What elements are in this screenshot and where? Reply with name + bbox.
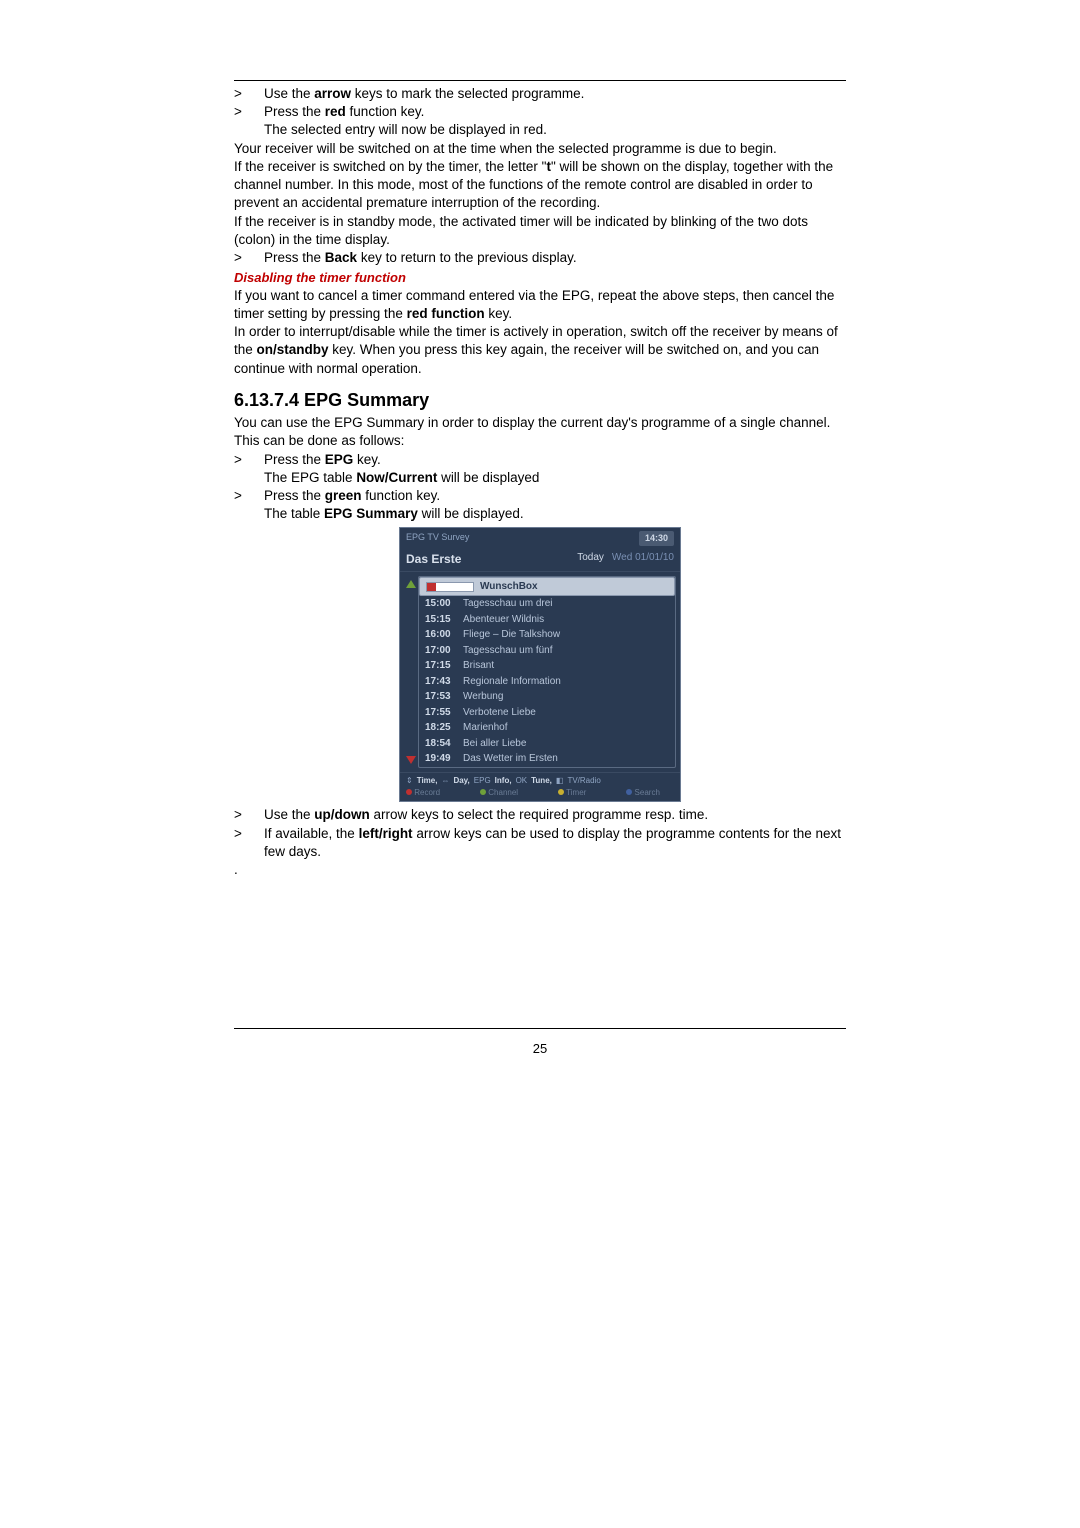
body-text: If the receiver is in standby mode, the …: [234, 213, 846, 249]
body-text: If you want to cancel a timer command en…: [234, 287, 846, 323]
epg-title: EPG TV Survey: [406, 531, 469, 545]
bullet-marker: >: [234, 806, 264, 824]
epg-today-label: Today: [577, 551, 604, 567]
body-text: You can use the EPG Summary in order to …: [234, 414, 846, 450]
epg-row: 16:00Fliege – Die Talkshow: [419, 627, 675, 643]
epg-row-highlight: WunschBox: [419, 577, 675, 597]
epg-programme: Bei aller Liebe: [463, 737, 526, 751]
epg-row: 18:25Marienhof: [419, 720, 675, 736]
epg-row: 17:00Tagesschau um fünf: [419, 643, 675, 659]
epg-programme: Verbotene Liebe: [463, 706, 536, 720]
text-bold: green: [325, 488, 362, 503]
text: key.: [353, 452, 381, 467]
text: keys to mark the selected programme.: [351, 86, 584, 101]
epg-programme: Marienhof: [463, 721, 507, 735]
top-rule: [234, 80, 846, 81]
bullet-line: > Use the arrow keys to mark the selecte…: [234, 85, 846, 103]
epg-date: Wed 01/01/10: [612, 551, 674, 567]
epg-programme: Fliege – Die Talkshow: [463, 628, 560, 642]
body-text: The selected entry will now be displayed…: [234, 121, 846, 139]
bullet-marker: >: [234, 85, 264, 103]
text-bold: EPG: [325, 452, 354, 467]
body-text: The EPG table Now/Current will be displa…: [234, 469, 846, 487]
epg-time: 15:15: [425, 613, 463, 627]
bullet-line: > Use the up/down arrow keys to select t…: [234, 806, 846, 824]
epg-channel: Das Erste: [406, 551, 461, 567]
bullet-marker: >: [234, 249, 264, 267]
epg-list: WunschBox 15:00Tagesschau um drei15:15Ab…: [418, 576, 676, 768]
epg-programme: WunschBox: [480, 580, 538, 594]
epg-programme: Abenteuer Wildnis: [463, 613, 544, 627]
text: arrow keys to select the required progra…: [370, 807, 708, 822]
epg-programme: Tagesschau um fünf: [463, 644, 553, 658]
epg-row: 18:54Bei aller Liebe: [419, 736, 675, 752]
text: function key.: [346, 104, 425, 119]
bullet-marker: >: [234, 487, 264, 505]
epg-time: 18:25: [425, 721, 463, 735]
text: Use the: [264, 807, 314, 822]
text: Press the: [264, 488, 325, 503]
epg-programme: Tagesschau um drei: [463, 597, 553, 611]
heading-epg-summary: 6.13.7.4 EPG Summary: [234, 388, 846, 412]
bottom-rule: [234, 1028, 846, 1029]
body-text: .: [234, 861, 846, 879]
progress-bar-icon: [426, 582, 474, 592]
text-bold: Back: [325, 250, 357, 265]
text: If available, the: [264, 826, 359, 841]
text: Use the: [264, 86, 314, 101]
text-bold: red: [325, 104, 346, 119]
epg-row: 17:53Werbung: [419, 689, 675, 705]
text-bold: left/right: [359, 826, 413, 841]
bullet-marker: >: [234, 825, 264, 861]
epg-time: 17:00: [425, 644, 463, 658]
epg-time: 17:43: [425, 675, 463, 689]
body-text: If the receiver is switched on by the ti…: [234, 158, 846, 213]
text: function key.: [362, 488, 441, 503]
body-text: In order to interrupt/disable while the …: [234, 323, 846, 378]
epg-time: 16:00: [425, 628, 463, 642]
bullet-line: > Press the EPG key.: [234, 451, 846, 469]
epg-time: 17:55: [425, 706, 463, 720]
text: key to return to the previous display.: [357, 250, 577, 265]
bullet-line: > Press the red function key.: [234, 103, 846, 121]
epg-time: 19:49: [425, 752, 463, 766]
bullet-line: > Press the green function key.: [234, 487, 846, 505]
epg-programme: Werbung: [463, 690, 503, 704]
body-text: The table EPG Summary will be displayed.: [234, 505, 846, 523]
page-number: 25: [234, 1040, 846, 1058]
epg-row: 17:55Verbotene Liebe: [419, 705, 675, 721]
epg-row: 17:43Regionale Information: [419, 674, 675, 690]
epg-footer: ⇕Time, ⇔Day, EPG Info, OK Tune, ◧TV/Radi…: [400, 772, 680, 802]
bullet-marker: >: [234, 451, 264, 469]
body-text: Your receiver will be switched on at the…: [234, 140, 846, 158]
bullet-line: > If available, the left/right arrow key…: [234, 825, 846, 861]
bullet-marker: >: [234, 103, 264, 121]
text: Press the: [264, 104, 325, 119]
arrow-up-icon: [406, 580, 416, 588]
text-bold: up/down: [314, 807, 369, 822]
epg-row: 19:49Das Wetter im Ersten: [419, 751, 675, 767]
epg-programme: Regionale Information: [463, 675, 561, 689]
text: Press the: [264, 250, 325, 265]
epg-row: 15:15Abenteuer Wildnis: [419, 612, 675, 628]
text: Press the: [264, 452, 325, 467]
epg-time: 17:53: [425, 690, 463, 704]
bullet-line: > Press the Back key to return to the pr…: [234, 249, 846, 267]
arrow-down-icon: [406, 756, 416, 764]
epg-time: 15:00: [425, 597, 463, 611]
section-heading: Disabling the timer function: [234, 269, 846, 287]
text-bold: arrow: [314, 86, 351, 101]
epg-time: 17:15: [425, 659, 463, 673]
epg-screenshot: EPG TV Survey 14:30 Das Erste Today Wed …: [399, 527, 681, 802]
epg-programme: Das Wetter im Ersten: [463, 752, 558, 766]
epg-time: 18:54: [425, 737, 463, 751]
epg-row: 15:00Tagesschau um drei: [419, 596, 675, 612]
epg-programme: Brisant: [463, 659, 494, 673]
epg-row: 17:15Brisant: [419, 658, 675, 674]
epg-clock: 14:30: [639, 531, 674, 545]
